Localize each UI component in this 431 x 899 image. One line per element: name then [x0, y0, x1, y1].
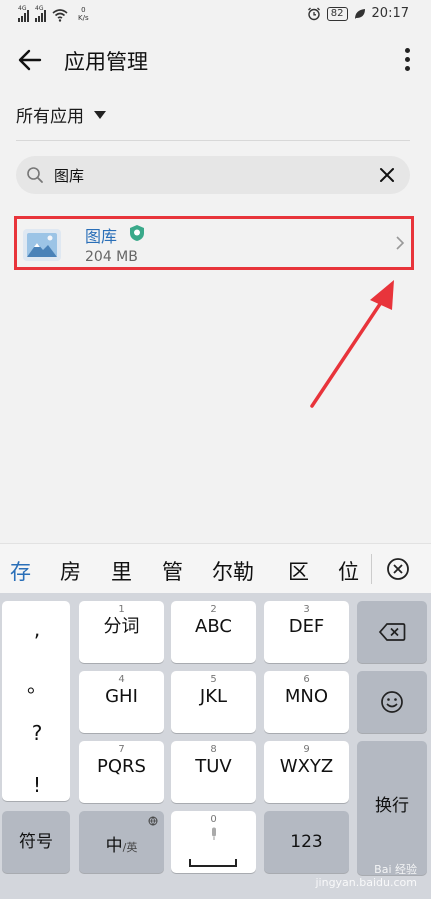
- keyboard: , 。 ? ! 1 分词 2 ABC 3 DEF 4 GHI 5 JKL 6 M…: [0, 593, 431, 899]
- dropdown-caret-icon: [94, 110, 106, 119]
- key-number: 7: [118, 744, 125, 755]
- gallery-app-icon: [23, 229, 61, 261]
- language-switch-key[interactable]: 中/英: [79, 811, 164, 873]
- key-number: 0: [210, 814, 217, 825]
- candidate-word[interactable]: 管: [162, 556, 183, 586]
- lang-sub: /英: [122, 841, 138, 854]
- status-left: 4G 4G 0 K/s: [18, 5, 89, 22]
- key-4[interactable]: 4 GHI: [79, 671, 164, 733]
- signal-icon: 4G: [35, 5, 46, 22]
- watermark: Bai 经验 jingyan.baidu.com: [315, 863, 417, 889]
- key-number: 4: [118, 674, 125, 685]
- search-box[interactable]: 图库: [16, 156, 410, 194]
- divider: [16, 140, 410, 141]
- key-label: 分词: [103, 616, 140, 637]
- punct-key[interactable]: 。: [2, 669, 72, 698]
- more-menu-icon[interactable]: [403, 46, 411, 74]
- speed-unit: K/s: [78, 14, 89, 22]
- key-number: 2: [210, 604, 217, 615]
- backspace-key[interactable]: [357, 601, 427, 663]
- signal-2-label: 4G: [35, 5, 44, 12]
- key-number: 6: [303, 674, 310, 685]
- speed-value: 0: [81, 6, 86, 14]
- space-bar-icon: [189, 859, 237, 867]
- app-list-item[interactable]: 图库 204 MB: [14, 216, 414, 270]
- language-label: 中/英: [79, 831, 164, 856]
- search-icon: [27, 167, 43, 183]
- symbol-key[interactable]: 符号: [2, 811, 70, 873]
- emoji-key[interactable]: [357, 671, 427, 733]
- watermark-url: jingyan.baidu.com: [315, 876, 417, 889]
- app-name: 图库: [85, 227, 118, 246]
- backspace-icon: [378, 623, 406, 641]
- key-label: TUV: [195, 756, 232, 777]
- globe-icon: [148, 816, 158, 826]
- key-label: GHI: [105, 686, 138, 707]
- space-key[interactable]: 0: [171, 811, 256, 873]
- key-3[interactable]: 3 DEF: [264, 601, 349, 663]
- punct-key[interactable]: !: [2, 773, 72, 797]
- page-title: 应用管理: [64, 50, 148, 74]
- candidate-word[interactable]: 房: [60, 556, 81, 586]
- search-input[interactable]: 图库: [54, 165, 84, 186]
- signal-icon: 4G: [18, 5, 29, 22]
- key-6[interactable]: 6 MNO: [264, 671, 349, 733]
- status-bar: 4G 4G 0 K/s 82 20:17: [0, 0, 431, 30]
- key-number: 9: [303, 744, 310, 755]
- status-right: 82 20:17: [307, 6, 409, 21]
- key-9[interactable]: 9 WXYZ: [264, 741, 349, 803]
- ime-candidate-bar: 存 房 里 管 尔勒 区 位: [0, 543, 431, 593]
- key-7[interactable]: 7 PQRS: [79, 741, 164, 803]
- key-label: DEF: [288, 616, 325, 637]
- key-1[interactable]: 1 分词: [79, 601, 164, 663]
- clear-icon[interactable]: [378, 166, 396, 184]
- wifi-icon: [52, 9, 68, 22]
- leaf-icon: [354, 8, 365, 19]
- key-label: MNO: [284, 686, 329, 707]
- smiley-icon: [381, 691, 403, 713]
- key-label: ABC: [195, 616, 232, 637]
- key-number: 3: [303, 604, 310, 615]
- network-speed: 0 K/s: [78, 6, 89, 22]
- filter-label: 所有应用: [16, 107, 84, 127]
- key-label: PQRS: [97, 756, 146, 777]
- alarm-icon: [307, 7, 320, 20]
- app-size: 204 MB: [85, 249, 138, 265]
- key-label: WXYZ: [279, 756, 334, 777]
- punctuation-column[interactable]: , 。 ? !: [2, 601, 70, 801]
- app-header: 应用管理: [0, 30, 431, 90]
- candidate-word[interactable]: 区: [288, 556, 309, 586]
- annotation-arrow-icon: [310, 280, 394, 408]
- shield-icon: [130, 225, 144, 241]
- watermark-brand: Bai 经验: [374, 863, 417, 876]
- battery-indicator: 82: [326, 6, 348, 21]
- lang-main: 中: [105, 836, 123, 856]
- candidate-word[interactable]: 存: [10, 556, 31, 586]
- key-8[interactable]: 8 TUV: [171, 741, 256, 803]
- symbol-label: 符号: [19, 832, 53, 852]
- key-5[interactable]: 5 JKL: [171, 671, 256, 733]
- number-label: 123: [290, 832, 323, 852]
- signal-1-label: 4G: [18, 5, 27, 12]
- clock: 20:17: [371, 6, 409, 21]
- candidate-word[interactable]: 尔勒: [212, 556, 254, 586]
- candidate-word[interactable]: 位: [338, 556, 359, 586]
- enter-label: 换行: [375, 796, 409, 816]
- punct-key[interactable]: ,: [2, 617, 72, 641]
- close-circle-icon[interactable]: [386, 557, 410, 581]
- key-number: 5: [210, 674, 217, 685]
- key-label: JKL: [199, 686, 228, 707]
- chevron-right-icon: [396, 236, 405, 250]
- key-2[interactable]: 2 ABC: [171, 601, 256, 663]
- app-filter-dropdown[interactable]: 所有应用: [16, 102, 106, 127]
- candidate-divider: [371, 554, 372, 584]
- candidate-word[interactable]: 里: [111, 556, 132, 586]
- punct-key[interactable]: ?: [2, 721, 72, 745]
- key-number: 1: [118, 604, 125, 615]
- key-number: 8: [210, 744, 217, 755]
- microphone-icon: [211, 827, 216, 840]
- enter-key[interactable]: 换行: [357, 741, 427, 875]
- back-arrow-icon[interactable]: [16, 46, 44, 74]
